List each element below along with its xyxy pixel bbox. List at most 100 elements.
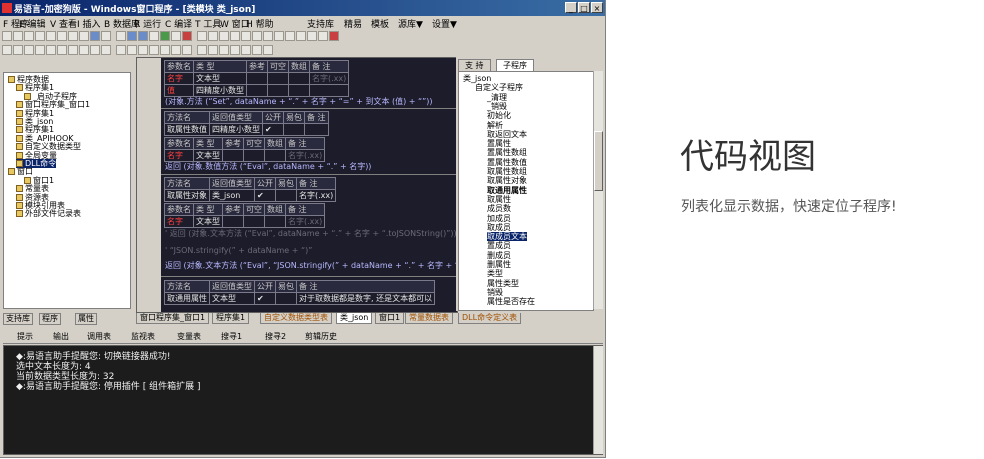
- menu-item[interactable]: 设置▼: [432, 17, 457, 30]
- toolbar-button[interactable]: [230, 45, 240, 55]
- output-tab[interactable]: 调用表: [87, 331, 111, 342]
- subroutine-item[interactable]: 删属性: [487, 260, 511, 269]
- toolbar-button[interactable]: [274, 31, 284, 41]
- document-tab[interactable]: 程序集1: [212, 313, 250, 324]
- table-cell[interactable]: 取通用属性: [164, 292, 210, 305]
- table-cell[interactable]: [246, 72, 268, 85]
- toolbar-button[interactable]: [68, 31, 78, 41]
- toolbar-button[interactable]: [68, 45, 78, 55]
- document-tab[interactable]: 自定义数据类型表: [260, 313, 332, 324]
- toolbar-button[interactable]: [197, 45, 207, 55]
- code-line-3[interactable]: 返回 (对象.文本方法 (“Eval”, “JSON.stringify(” +…: [165, 260, 457, 271]
- toolbar-button[interactable]: [116, 45, 126, 55]
- table-cell[interactable]: 名字(.xx): [284, 149, 326, 162]
- toolbar-button[interactable]: [149, 45, 159, 55]
- output-tab[interactable]: 搜寻1: [221, 331, 242, 342]
- document-tab[interactable]: DLL命令定义表: [458, 313, 522, 324]
- subroutine-item[interactable]: 取属性: [487, 195, 511, 204]
- table-cell[interactable]: [222, 215, 244, 228]
- subroutine-item[interactable]: 取返回文本: [487, 130, 527, 139]
- toolbar-button[interactable]: [241, 31, 251, 41]
- table-cell[interactable]: 文本型: [193, 72, 247, 85]
- menu-item[interactable]: H 帮助: [246, 17, 274, 30]
- subroutine-item[interactable]: 解析: [487, 121, 503, 130]
- table-cell[interactable]: [275, 292, 297, 305]
- toolbar-button[interactable]: [182, 45, 192, 55]
- table-cell[interactable]: [308, 84, 350, 97]
- subroutine-item[interactable]: 删成员: [487, 251, 511, 260]
- table-cell[interactable]: 名字(.xx): [295, 189, 337, 202]
- table-cell[interactable]: 类_json: [209, 189, 255, 202]
- menu-item[interactable]: V 查看: [50, 17, 77, 30]
- subroutine-item[interactable]: 取成员: [487, 223, 511, 232]
- subroutine-item[interactable]: 类_json: [463, 74, 491, 83]
- table-cell[interactable]: 对于取数据都是数字, 还是文本都可以: [295, 292, 436, 305]
- toolbar-button[interactable]: [116, 31, 126, 41]
- toolbar-button[interactable]: [57, 45, 67, 55]
- menu-item[interactable]: R 运行: [134, 17, 161, 30]
- toolbar-button[interactable]: [197, 31, 207, 41]
- subroutine-item[interactable]: 类型: [487, 269, 503, 278]
- document-tab[interactable]: 窗口程序集_窗口1: [136, 313, 210, 324]
- toolbar-button[interactable]: [46, 31, 56, 41]
- toolbar-button[interactable]: [208, 31, 218, 41]
- menu-item[interactable]: T 工具: [195, 17, 221, 30]
- code-comment-1[interactable]: ' 返回 (对象.文本方法 (“Eval”, dataName + “.” + …: [165, 228, 457, 239]
- toolbar-button[interactable]: [79, 31, 89, 41]
- toolbar-button[interactable]: [329, 31, 339, 41]
- toolbar-button[interactable]: [171, 31, 181, 41]
- menu-item[interactable]: I 插入: [77, 17, 101, 30]
- table-cell[interactable]: [283, 123, 305, 136]
- menu-item[interactable]: 源库▼: [398, 17, 423, 30]
- toolbar-button[interactable]: [252, 45, 262, 55]
- output-tab[interactable]: 输出: [53, 331, 69, 342]
- table-cell[interactable]: 名字: [164, 149, 194, 162]
- subroutine-item[interactable]: 置属性数组: [487, 148, 527, 157]
- output-tab[interactable]: 提示: [17, 331, 33, 342]
- toolbar-button[interactable]: [138, 45, 148, 55]
- toolbar-button[interactable]: [24, 45, 34, 55]
- subroutine-item[interactable]: 加成员: [487, 214, 511, 223]
- toolbar-button[interactable]: [13, 45, 23, 55]
- table-cell[interactable]: 文本型: [193, 215, 223, 228]
- subroutine-item[interactable]: _销毁: [487, 102, 507, 111]
- subroutine-item[interactable]: 取通用属性: [487, 186, 527, 195]
- toolbar-button[interactable]: [160, 31, 170, 41]
- menu-item[interactable]: C 编译: [165, 17, 192, 30]
- document-tab[interactable]: 窗口1: [375, 313, 405, 324]
- code-comment-2[interactable]: ' “JSON.stringify(” + dataName + “)”: [165, 246, 312, 255]
- table-cell[interactable]: [243, 149, 265, 162]
- table-cell[interactable]: 文本型: [209, 292, 255, 305]
- toolbar-button[interactable]: [296, 31, 306, 41]
- toolbar-button[interactable]: [182, 31, 192, 41]
- toolbar-button[interactable]: [2, 31, 12, 41]
- close-button[interactable]: ×: [591, 2, 603, 13]
- table-cell[interactable]: 名字: [164, 215, 194, 228]
- code-editor[interactable]: 参数名类 型参考 可空 数组备 注名字 文本型 名字(.xx) 值四精度小数型 (对象.方…: [136, 57, 458, 313]
- toolbar-button[interactable]: [101, 31, 111, 41]
- document-tab[interactable]: 类_json: [336, 313, 373, 324]
- subroutine-item[interactable]: 置属性数值: [487, 158, 527, 167]
- maximize-button[interactable]: □: [578, 2, 590, 13]
- table-cell[interactable]: [267, 72, 289, 85]
- code-line-2[interactable]: 返回 (对象.数值方法 (“Eval”, dataName + “.” + 名字…: [165, 161, 371, 172]
- output-tab[interactable]: 监视表: [131, 331, 155, 342]
- table-cell[interactable]: [275, 189, 297, 202]
- toolbar-button[interactable]: [35, 31, 45, 41]
- output-scrollbar[interactable]: [593, 346, 603, 454]
- toolbar-button[interactable]: [208, 45, 218, 55]
- subroutine-item[interactable]: _清理: [487, 93, 507, 102]
- menu-item[interactable]: 支持库: [307, 17, 334, 30]
- toolbar-button[interactable]: [127, 31, 137, 41]
- left-panel-tab[interactable]: 程序: [39, 313, 61, 325]
- menu-item[interactable]: E 编辑: [19, 17, 46, 30]
- toolbar-button[interactable]: [252, 31, 262, 41]
- toolbar-button[interactable]: [57, 31, 67, 41]
- toolbar-button[interactable]: [127, 45, 137, 55]
- tree-item[interactable]: 外部文件记录表: [16, 209, 81, 218]
- subroutine-item[interactable]: 取成员文本: [487, 232, 527, 242]
- table-cell[interactable]: [267, 84, 289, 97]
- toolbar-button[interactable]: [149, 31, 159, 41]
- subroutine-item[interactable]: 属性类型: [487, 279, 519, 288]
- subroutine-item[interactable]: 销毁: [487, 288, 503, 297]
